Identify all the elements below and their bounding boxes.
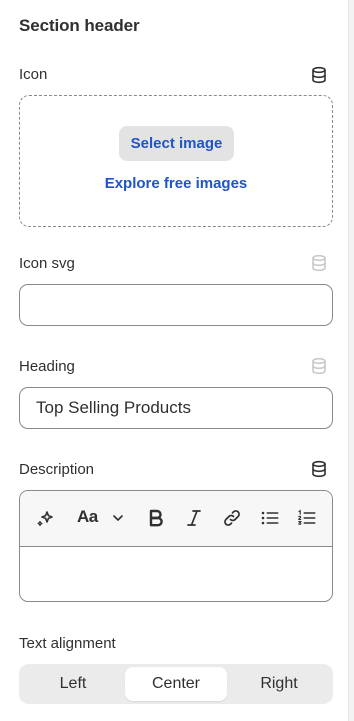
align-center-option[interactable]: Center <box>125 667 227 701</box>
icon-svg-field-label: Icon svg <box>19 255 75 272</box>
dynamic-source-icon[interactable] <box>310 357 328 375</box>
icon-field-label: Icon <box>19 66 48 83</box>
icon-svg-input[interactable] <box>19 284 333 326</box>
bullet-list-icon[interactable] <box>259 507 281 529</box>
text-style-button[interactable]: Aa <box>77 507 98 527</box>
editor-toolbar: Aa <box>20 491 332 547</box>
magic-icon[interactable] <box>35 507 57 529</box>
bold-icon[interactable] <box>145 507 167 529</box>
text-alignment-label: Text alignment <box>19 635 116 652</box>
dynamic-source-icon[interactable] <box>310 254 328 272</box>
align-left-option[interactable]: Left <box>22 667 124 701</box>
align-right-option[interactable]: Right <box>228 667 330 701</box>
numbered-list-icon[interactable] <box>296 507 318 529</box>
explore-free-images-link[interactable]: Explore free images <box>20 175 332 192</box>
heading-input[interactable]: Top Selling Products <box>19 387 333 429</box>
dynamic-source-icon[interactable] <box>310 66 328 84</box>
description-editor[interactable]: Aa <box>19 490 333 602</box>
italic-icon[interactable] <box>183 507 205 529</box>
description-field-label: Description <box>19 461 95 478</box>
section-title: Section header <box>19 16 140 35</box>
dynamic-source-icon[interactable] <box>310 460 328 478</box>
editor-content-area[interactable] <box>20 547 332 601</box>
text-alignment-segmented-control: Left Center Right <box>19 664 333 704</box>
select-image-button[interactable]: Select image <box>119 126 234 161</box>
image-dropzone[interactable]: Select image Explore free images <box>19 95 333 227</box>
heading-field-label: Heading <box>19 358 75 375</box>
scrollbar-track[interactable] <box>348 0 354 721</box>
chevron-down-icon[interactable] <box>107 507 129 529</box>
link-icon[interactable] <box>221 507 243 529</box>
